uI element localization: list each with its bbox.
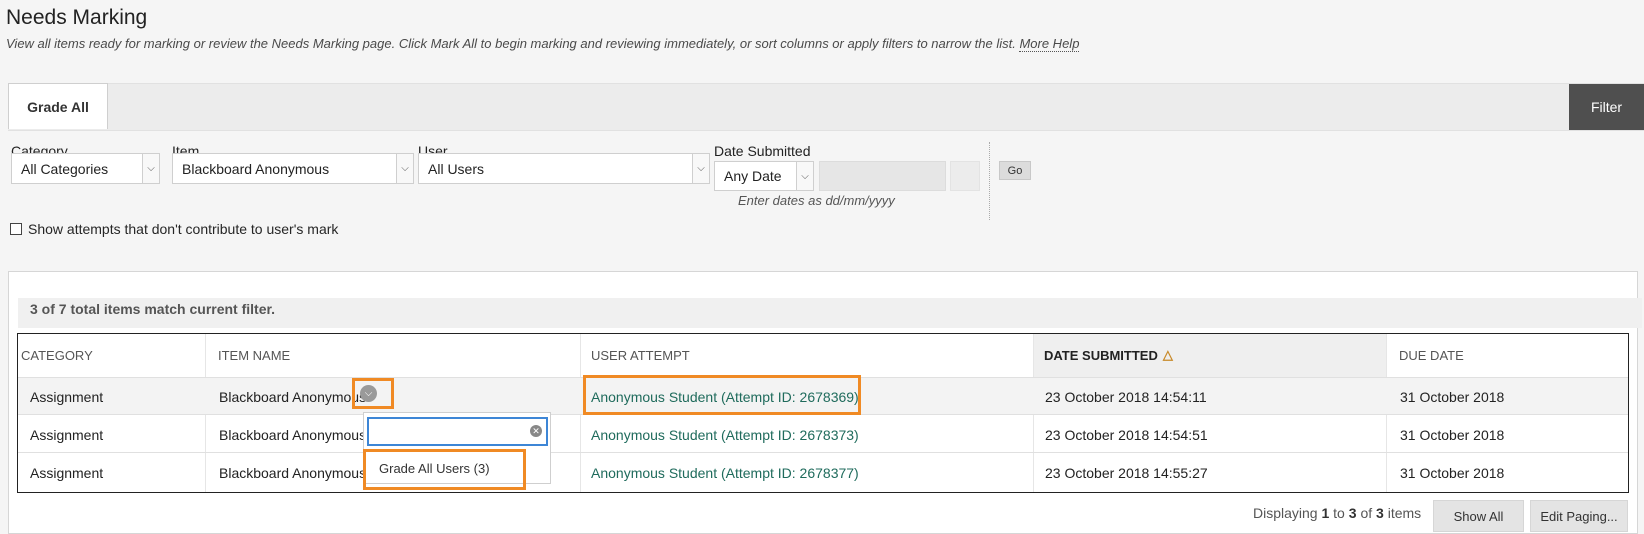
page-description-text: View all items ready for marking or revi… [6,36,1016,51]
column-header-due-date[interactable]: DUE DATE [1399,333,1464,377]
row-3-item-name: Blackboard Anonymous [219,465,367,481]
action-bar [8,83,1644,131]
user-select-value: All Users [428,161,485,177]
paging-from: 1 [1321,505,1330,521]
row-2-user-attempt-link[interactable]: Anonymous Student (Attempt ID: 2678373) [591,427,859,443]
menu-search-input[interactable] [367,417,548,446]
row-3-category: Assignment [30,465,104,481]
row-2-date-submitted: 23 October 2018 14:54:51 [1045,427,1208,443]
filter-divider [989,142,990,220]
column-header-date-submitted-label: DATE SUBMITTED [1044,347,1158,363]
date-submitted-label: Date Submitted [714,143,811,159]
column-header-user-attempt[interactable]: USER ATTEMPT [591,333,690,377]
date-input[interactable] [819,161,946,191]
row-1-item-name: Blackboard Anonymous [219,389,367,405]
date-format-hint: Enter dates as dd/mm/yyyy [738,193,895,208]
paging-suffix: items [1387,505,1422,521]
show-attempts-label: Show attempts that don't contribute to u… [28,221,339,237]
item-select[interactable]: Blackboard Anonymous ⌵ [172,153,414,184]
grade-all-button[interactable]: Grade All [8,83,108,129]
chevron-down-icon: ⌵ [396,154,413,183]
page-description: View all items ready for marking or revi… [6,36,1080,52]
row-1-category: Assignment [30,389,104,405]
column-header-date-submitted[interactable]: DATE SUBMITTED △ [1044,333,1173,377]
paging-prefix: Displaying [1253,505,1318,521]
row-3-date-submitted: 23 October 2018 14:55:27 [1045,465,1208,481]
date-select[interactable]: Any Date ⌵ [714,161,814,191]
column-header-category[interactable]: CATEGORY [21,333,93,377]
row-3-user-attempt-link[interactable]: Anonymous Student (Attempt ID: 2678377) [591,465,859,481]
column-header-item-name[interactable]: ITEM NAME [218,333,290,377]
page-title: Needs Marking [6,6,148,29]
paging-total: 3 [1376,505,1384,521]
paging-summary: Displaying 1 to 3 of 3 items [1253,505,1421,521]
date-select-value: Any Date [724,168,782,184]
row-2-due-date: 31 October 2018 [1400,427,1505,443]
filter-button[interactable]: Filter [1569,84,1644,130]
row-2-category: Assignment [30,427,104,443]
date-picker-button[interactable] [950,161,980,191]
user-select[interactable]: All Users ⌵ [418,153,710,184]
show-attempts-checkbox[interactable] [10,223,22,235]
menu-item-highlight [363,449,526,490]
chevron-down-icon: ⌵ [692,154,709,183]
row-1-date-submitted: 23 October 2018 14:54:11 [1045,389,1207,405]
go-button[interactable]: Go [999,161,1031,180]
row-2-item-name: Blackboard Anonymous [219,427,367,443]
item-select-value: Blackboard Anonymous [182,161,330,177]
category-select-value: All Categories [21,161,109,177]
category-select[interactable]: All Categories ⌵ [11,153,160,184]
paging-to: 3 [1348,505,1357,521]
menu-button-highlight [352,378,394,409]
row-3-due-date: 31 October 2018 [1400,465,1505,481]
show-all-button[interactable]: Show All [1433,500,1524,532]
attempt-link-highlight [583,375,861,415]
chevron-down-icon: ⌵ [142,154,159,183]
sort-up-icon: △ [1162,347,1173,362]
show-attempts-option[interactable]: Show attempts that don't contribute to u… [10,221,338,237]
chevron-down-icon: ⌵ [796,162,813,190]
row-divider [18,452,1628,453]
row-1-due-date: 31 October 2018 [1400,389,1505,405]
edit-paging-button[interactable]: Edit Paging... [1530,500,1628,532]
more-help-link[interactable]: More Help [1019,36,1080,52]
paging-of-word: of [1360,505,1373,521]
paging-to-word: to [1333,505,1345,521]
clear-icon[interactable]: ✕ [530,425,542,437]
match-summary: 3 of 7 total items match current filter. [30,301,276,317]
